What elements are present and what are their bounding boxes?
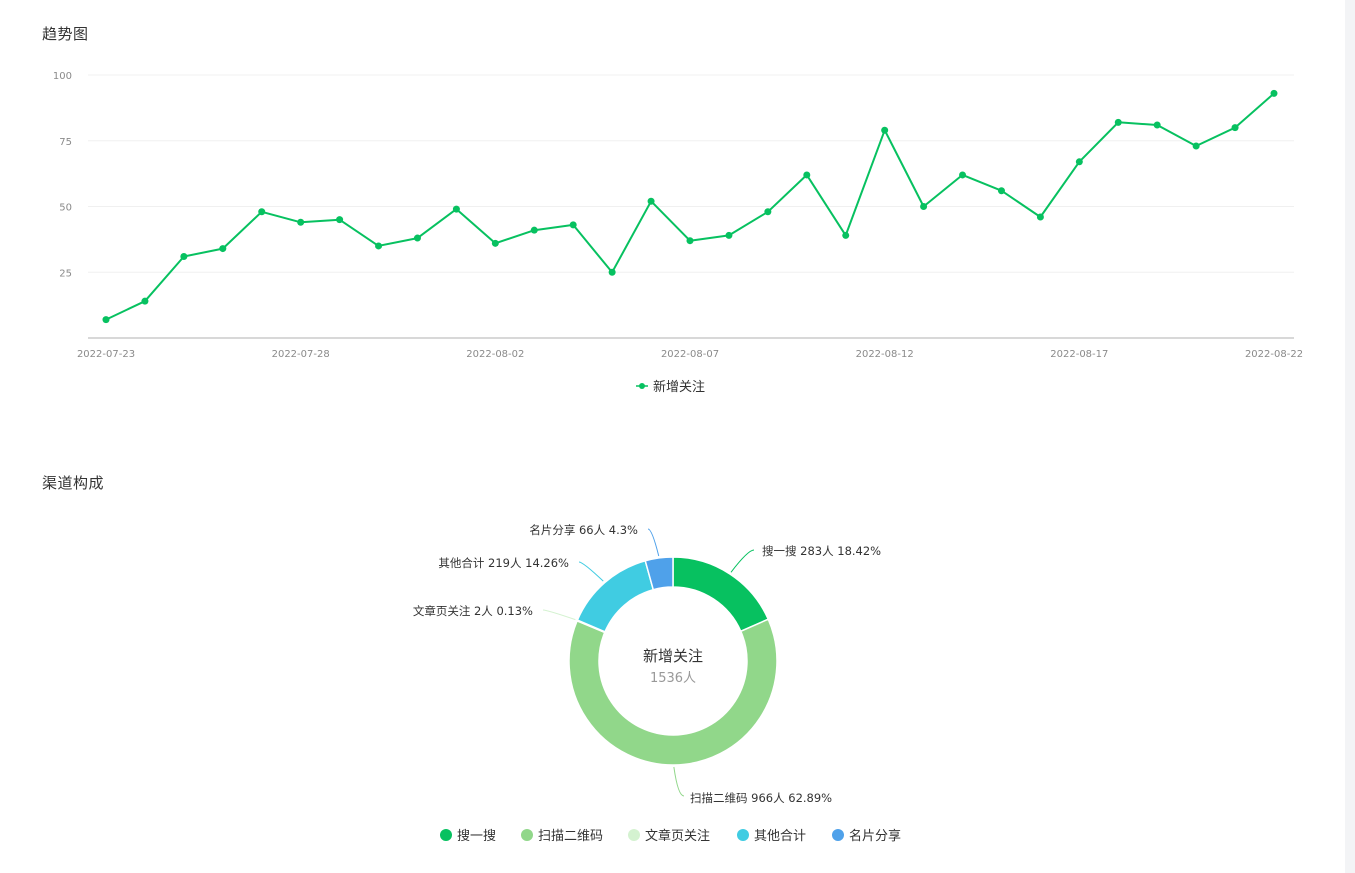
data-point (530, 226, 538, 234)
data-point (375, 242, 383, 250)
data-point (881, 126, 889, 134)
y-tick-label: 100 (53, 71, 72, 82)
data-point (959, 171, 967, 179)
slice-label: 名片分享 66人 4.3% (529, 523, 638, 537)
data-point (452, 205, 460, 213)
data-point (336, 216, 344, 224)
legend-label: 名片分享 (849, 828, 901, 844)
data-point (803, 171, 811, 179)
slice-leader-line (647, 528, 660, 557)
data-point (569, 221, 577, 229)
data-point (842, 231, 850, 239)
donut-center-title: 新增关注 (643, 647, 703, 665)
legend-label: 搜一搜 (457, 829, 496, 844)
data-point (1231, 124, 1239, 132)
data-point (1270, 89, 1278, 97)
data-point (764, 208, 772, 216)
data-point (1192, 142, 1200, 150)
legend-label: 其他合计 (754, 829, 806, 844)
data-point (1114, 118, 1122, 126)
slice-label: 文章页关注 2人 0.13% (413, 604, 533, 618)
slice-label: 搜一搜 283人 18.42% (762, 544, 881, 558)
legend-label: 扫描二维码 (538, 829, 603, 844)
x-tick-label: 2022-08-07 (661, 349, 719, 360)
channel-donut-chart: 搜一搜 283人 18.42% 扫描二维码 966人 62.89% 文章页关注 2人… (413, 523, 901, 844)
legend-swatch (521, 829, 533, 841)
y-tick-label: 50 (59, 203, 72, 214)
x-tick-label: 2022-07-23 (77, 349, 135, 360)
slice-leader-line (542, 609, 576, 621)
legend-swatch (832, 829, 844, 841)
data-point (491, 239, 499, 247)
data-point (920, 203, 928, 210)
x-tick-label: 2022-08-02 (466, 349, 524, 360)
x-tick-label: 2022-08-12 (856, 349, 914, 360)
donut-slice (568, 618, 778, 766)
slice-leader-line (730, 549, 755, 573)
data-point (686, 237, 694, 245)
data-point (141, 297, 149, 305)
legend-swatch (628, 829, 640, 841)
slice-leader-line (673, 766, 685, 797)
data-point (1153, 121, 1161, 129)
legend-swatch (737, 829, 749, 841)
data-point (725, 231, 733, 239)
x-tick-label: 2022-08-17 (1050, 349, 1108, 360)
slice-leader-line (578, 561, 604, 582)
legend-dot-swatch (639, 383, 645, 389)
y-tick-label: 75 (59, 137, 72, 148)
slice-label: 其他合计 219人 14.26% (438, 556, 569, 570)
data-point (1075, 158, 1083, 166)
data-point (647, 197, 655, 205)
data-point (997, 187, 1005, 195)
donut-slice (672, 556, 770, 633)
slice-label: 扫描二维码 966人 62.89% (690, 791, 832, 805)
data-point (258, 208, 266, 216)
data-point (297, 218, 305, 226)
donut-center-value: 1536人 (650, 671, 696, 686)
data-point (608, 268, 616, 276)
legend-label: 文章页关注 (645, 828, 710, 844)
donut-slice (576, 559, 655, 633)
legend-swatch (440, 829, 452, 841)
data-point (102, 316, 110, 324)
trend-line-chart: 25 50 75 100 2022-07-23 2022-07-28 2022-08-02 2… (53, 71, 1303, 395)
content-panel: 趋势图 25 50 75 100 2022-07-23 2022-07-28 2022-08… (0, 0, 1345, 873)
legend-label: 新增关注 (653, 379, 705, 395)
data-point (413, 234, 421, 242)
data-point (180, 252, 188, 260)
x-tick-label: 2022-08-22 (1245, 349, 1303, 360)
data-point (1036, 213, 1044, 221)
x-tick-label: 2022-07-28 (272, 349, 330, 360)
data-point (219, 245, 227, 253)
y-tick-label: 25 (59, 268, 72, 279)
